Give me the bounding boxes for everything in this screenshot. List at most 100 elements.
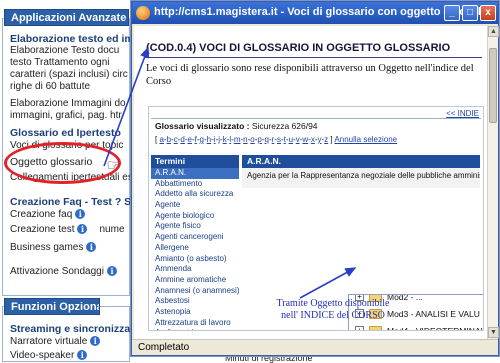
description-line: righe di 60 battute (10, 81, 91, 92)
item-label: Attivazione Sondaggi (10, 266, 104, 277)
annotation-label: Tramite Oggetto disponibile nell' INDICE… (258, 298, 408, 322)
close-button[interactable]: x (480, 5, 496, 21)
letter-link[interactable]: l (229, 135, 231, 144)
item-video-speaker[interactable]: Video-speaker i (10, 350, 88, 362)
letter-link[interactable]: y (318, 135, 322, 144)
window-title: http://cms1.magistera.it - Voci di gloss… (154, 6, 487, 18)
letter-link[interactable]: w (302, 135, 308, 144)
info-icon[interactable]: i (77, 224, 88, 235)
section-header-optional: Funzioni Opzionali (4, 298, 100, 315)
letter-link[interactable]: i (214, 135, 216, 144)
term-item[interactable]: Ammenda (151, 264, 239, 275)
item-test[interactable]: Creazione test i nume (10, 224, 125, 236)
term-item[interactable]: Ammine aromatiche (151, 275, 239, 286)
scroll-thumb[interactable] (489, 48, 497, 123)
term-item[interactable]: A.R.A.N. (151, 168, 239, 179)
term-item[interactable]: Amianto (o asbesto) (151, 254, 239, 265)
info-icon[interactable]: i (90, 336, 101, 347)
letter-link[interactable]: n (243, 135, 247, 144)
letter-link[interactable]: g (200, 135, 204, 144)
term-item[interactable]: Audiometria (151, 328, 239, 330)
letter-link[interactable]: f (195, 135, 197, 144)
letter-link[interactable]: b (167, 135, 171, 144)
minimize-button[interactable]: _ (444, 5, 460, 21)
term-item[interactable]: Addetto alla sicurezza (151, 189, 239, 200)
page-content: (COD.0.4) VOCI DI GLOSSARIO IN OGGETTO G… (134, 26, 487, 339)
letter-link[interactable]: u (289, 135, 293, 144)
glossary-name: Sicurezza 626/94 (251, 121, 318, 131)
letter-link[interactable]: r (272, 135, 275, 144)
streaming-section-title: Streaming e sincronizzazio (10, 323, 145, 335)
expand-icon[interactable]: + (355, 326, 364, 330)
letter-link[interactable]: p (257, 135, 261, 144)
letter-link[interactable]: j (218, 135, 220, 144)
terms-list: A.R.A.N. Abbattimento Addetto alla sicurez… (151, 168, 239, 330)
letter-link[interactable]: o (250, 135, 254, 144)
highlight-callout (4, 142, 121, 184)
letter-link[interactable]: m (234, 135, 241, 144)
term-item[interactable]: Allergene (151, 243, 239, 254)
letter-link[interactable]: q (265, 135, 269, 144)
item-label: Business games (10, 242, 84, 253)
page-title: (COD.0.4) VOCI DI GLOSSARIO IN OGGETTO G… (146, 42, 451, 54)
folder-icon (369, 326, 382, 330)
letter-link[interactable]: x (311, 135, 315, 144)
item-label: Video-speaker (10, 350, 75, 361)
alphabet-letters[interactable]: a-b-c-d-e-f-g-h-i-j-k-l-m-n-o-p-q-r-s-t-… (159, 135, 328, 144)
scroll-down-arrow-icon[interactable]: ▼ (488, 327, 499, 338)
item-surveys[interactable]: Attivazione Sondaggi i (10, 266, 117, 278)
intro-text: Le voci di glossario sono rese disponibi… (146, 63, 474, 87)
terms-header: Termini (151, 155, 239, 168)
term-item[interactable]: Attrezzatura di lavoro (151, 318, 239, 329)
info-icon[interactable]: i (75, 209, 86, 220)
term-item[interactable]: Astenopia (151, 307, 239, 318)
section-title-text-images: Elaborazione testo ed imm (10, 33, 144, 45)
section-header-advanced: Applicazioni Avanzate Aut (4, 9, 129, 26)
term-item[interactable]: Anamnesi (o anamnesi) (151, 286, 239, 297)
info-icon[interactable]: i (77, 350, 88, 361)
index-link[interactable]: << INDIE (446, 109, 479, 118)
term-item[interactable]: Agente (151, 200, 239, 211)
faq-section-title: Creazione Faq - Test ? Sor (10, 196, 142, 208)
term-item[interactable]: Abbattimento (151, 179, 239, 190)
letter-link[interactable]: a (159, 135, 163, 144)
item-business-games[interactable]: Business games i (10, 242, 97, 254)
glossary-shown: Glossario visualizzato : Sicurezza 626/9… (155, 121, 318, 131)
status-text: Completato (138, 342, 190, 353)
letter-link[interactable]: d (180, 135, 184, 144)
info-icon[interactable]: i (106, 266, 117, 277)
item-narrator[interactable]: Narratore virtuale i (10, 336, 101, 348)
letter-link[interactable]: h (207, 135, 211, 144)
item-label: Creazione faq (10, 209, 73, 220)
description-line: immagini, grafici, pag. htr (10, 110, 122, 121)
letter-link[interactable]: c (174, 135, 178, 144)
letter-link[interactable]: t (284, 135, 286, 144)
tree-node-module[interactable]: + Mod4 - VIDEOTERMINAI (349, 323, 483, 331)
title-divider (144, 57, 482, 58)
cancel-selection-link[interactable]: Annulla selezione (334, 135, 397, 144)
description-line: Elaborazione Testo docu (10, 45, 120, 56)
letter-link[interactable]: s (277, 135, 281, 144)
letter-link[interactable]: v (296, 135, 300, 144)
term-item[interactable]: Agenti cancerogeni (151, 232, 239, 243)
letter-link[interactable]: e (188, 135, 192, 144)
maximize-button[interactable]: □ (462, 5, 478, 21)
status-bar: Completato (132, 339, 498, 355)
item-label: Narratore virtuale (10, 336, 88, 347)
vertical-scrollbar[interactable]: ▲ ▼ (487, 26, 499, 339)
tree-node-label: Mod4 - VIDEOTERMINAI (387, 326, 483, 331)
info-icon[interactable]: i (86, 242, 97, 253)
description-line: Elaborazione Immagini do (10, 98, 126, 109)
firefox-icon (136, 6, 150, 20)
description-line: caratteri (spazi inclusi) circ (10, 69, 128, 80)
term-item[interactable]: Asbestosi (151, 296, 239, 307)
item-faq[interactable]: Creazione faq i (10, 209, 86, 221)
term-item[interactable]: Agente fisico (151, 221, 239, 232)
term-item[interactable]: Agente biologico (151, 211, 239, 222)
letter-link[interactable]: k (223, 135, 227, 144)
scroll-up-arrow-icon[interactable]: ▲ (488, 26, 499, 37)
annotation-line: nell' INDICE del CORSO (281, 310, 385, 321)
item-extra: nume (99, 224, 125, 235)
glossary-section-title: Glossario ed Ipertesto (10, 127, 121, 139)
definition-header: A.R.A.N. (242, 155, 480, 168)
